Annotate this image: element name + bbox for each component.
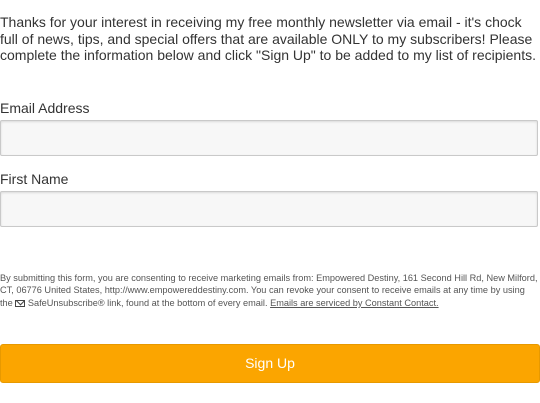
envelope-icon (15, 299, 26, 307)
email-address-label: Email Address (0, 100, 90, 116)
constant-contact-link[interactable]: Emails are serviced by Constant Contact. (270, 298, 439, 308)
first-name-input[interactable] (0, 191, 538, 227)
first-name-label: First Name (0, 171, 69, 187)
consent-text-part-2: SafeUnsubscribe® link, found at the bott… (25, 297, 271, 308)
intro-text: Thanks for your interest in receiving my… (0, 14, 536, 63)
sign-up-button[interactable]: Sign Up (0, 344, 540, 383)
consent-text: By submitting this form, you are consent… (0, 272, 540, 309)
email-address-input[interactable] (0, 120, 538, 156)
